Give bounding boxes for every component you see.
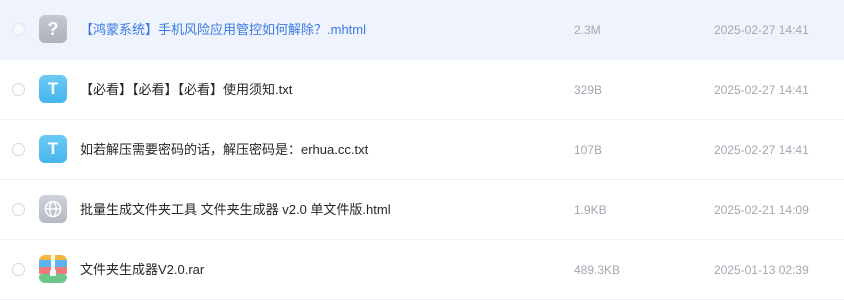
file-name[interactable]: 批量生成文件夹工具 文件夹生成器 v2.0 单文件版.html: [80, 180, 391, 240]
file-row[interactable]: T 【必看】【必看】【必看】使用须知.txt 329B 2025-02-27 1…: [0, 60, 844, 120]
row-checkbox[interactable]: [12, 143, 25, 156]
file-date: 2025-01-13 02:39: [714, 263, 809, 277]
file-size: 1.9KB: [574, 203, 607, 217]
txt-file-icon: T: [39, 135, 67, 163]
file-name[interactable]: 【必看】【必看】【必看】使用须知.txt: [80, 60, 292, 120]
file-size: 2.3M: [574, 23, 601, 37]
row-checkbox[interactable]: [12, 23, 25, 36]
row-checkbox[interactable]: [12, 83, 25, 96]
file-date: 2025-02-27 14:41: [714, 23, 809, 37]
file-row[interactable]: 文件夹生成器V2.0.rar 489.3KB 2025-01-13 02:39: [0, 240, 844, 300]
row-checkbox[interactable]: [12, 203, 25, 216]
file-row[interactable]: T 如若解压需要密码的话，解压密码是：erhua.cc.txt 107B 202…: [0, 120, 844, 180]
row-checkbox[interactable]: [12, 263, 25, 276]
file-date: 2025-02-27 14:41: [714, 143, 809, 157]
file-date: 2025-02-27 14:41: [714, 83, 809, 97]
rar-archive-icon: [39, 255, 67, 283]
file-size: 329B: [574, 83, 603, 97]
file-row[interactable]: ? 【鸿蒙系统】手机风险应用管控如何解除？.mhtml 2.3M 2025-02…: [0, 0, 844, 60]
unknown-file-icon: ?: [39, 15, 67, 43]
html-globe-icon: [39, 195, 67, 223]
file-name[interactable]: 如若解压需要密码的话，解压密码是：erhua.cc.txt: [80, 120, 368, 180]
file-row[interactable]: 批量生成文件夹工具 文件夹生成器 v2.0 单文件版.html 1.9KB 20…: [0, 180, 844, 240]
file-size: 489.3KB: [574, 263, 621, 277]
file-list: ? 【鸿蒙系统】手机风险应用管控如何解除？.mhtml 2.3M 2025-02…: [0, 0, 844, 300]
file-name[interactable]: 【鸿蒙系统】手机风险应用管控如何解除？.mhtml: [80, 0, 366, 60]
txt-file-icon: T: [39, 75, 67, 103]
file-size: 107B: [574, 143, 603, 157]
file-name[interactable]: 文件夹生成器V2.0.rar: [80, 240, 204, 300]
file-date: 2025-02-21 14:09: [714, 203, 809, 217]
